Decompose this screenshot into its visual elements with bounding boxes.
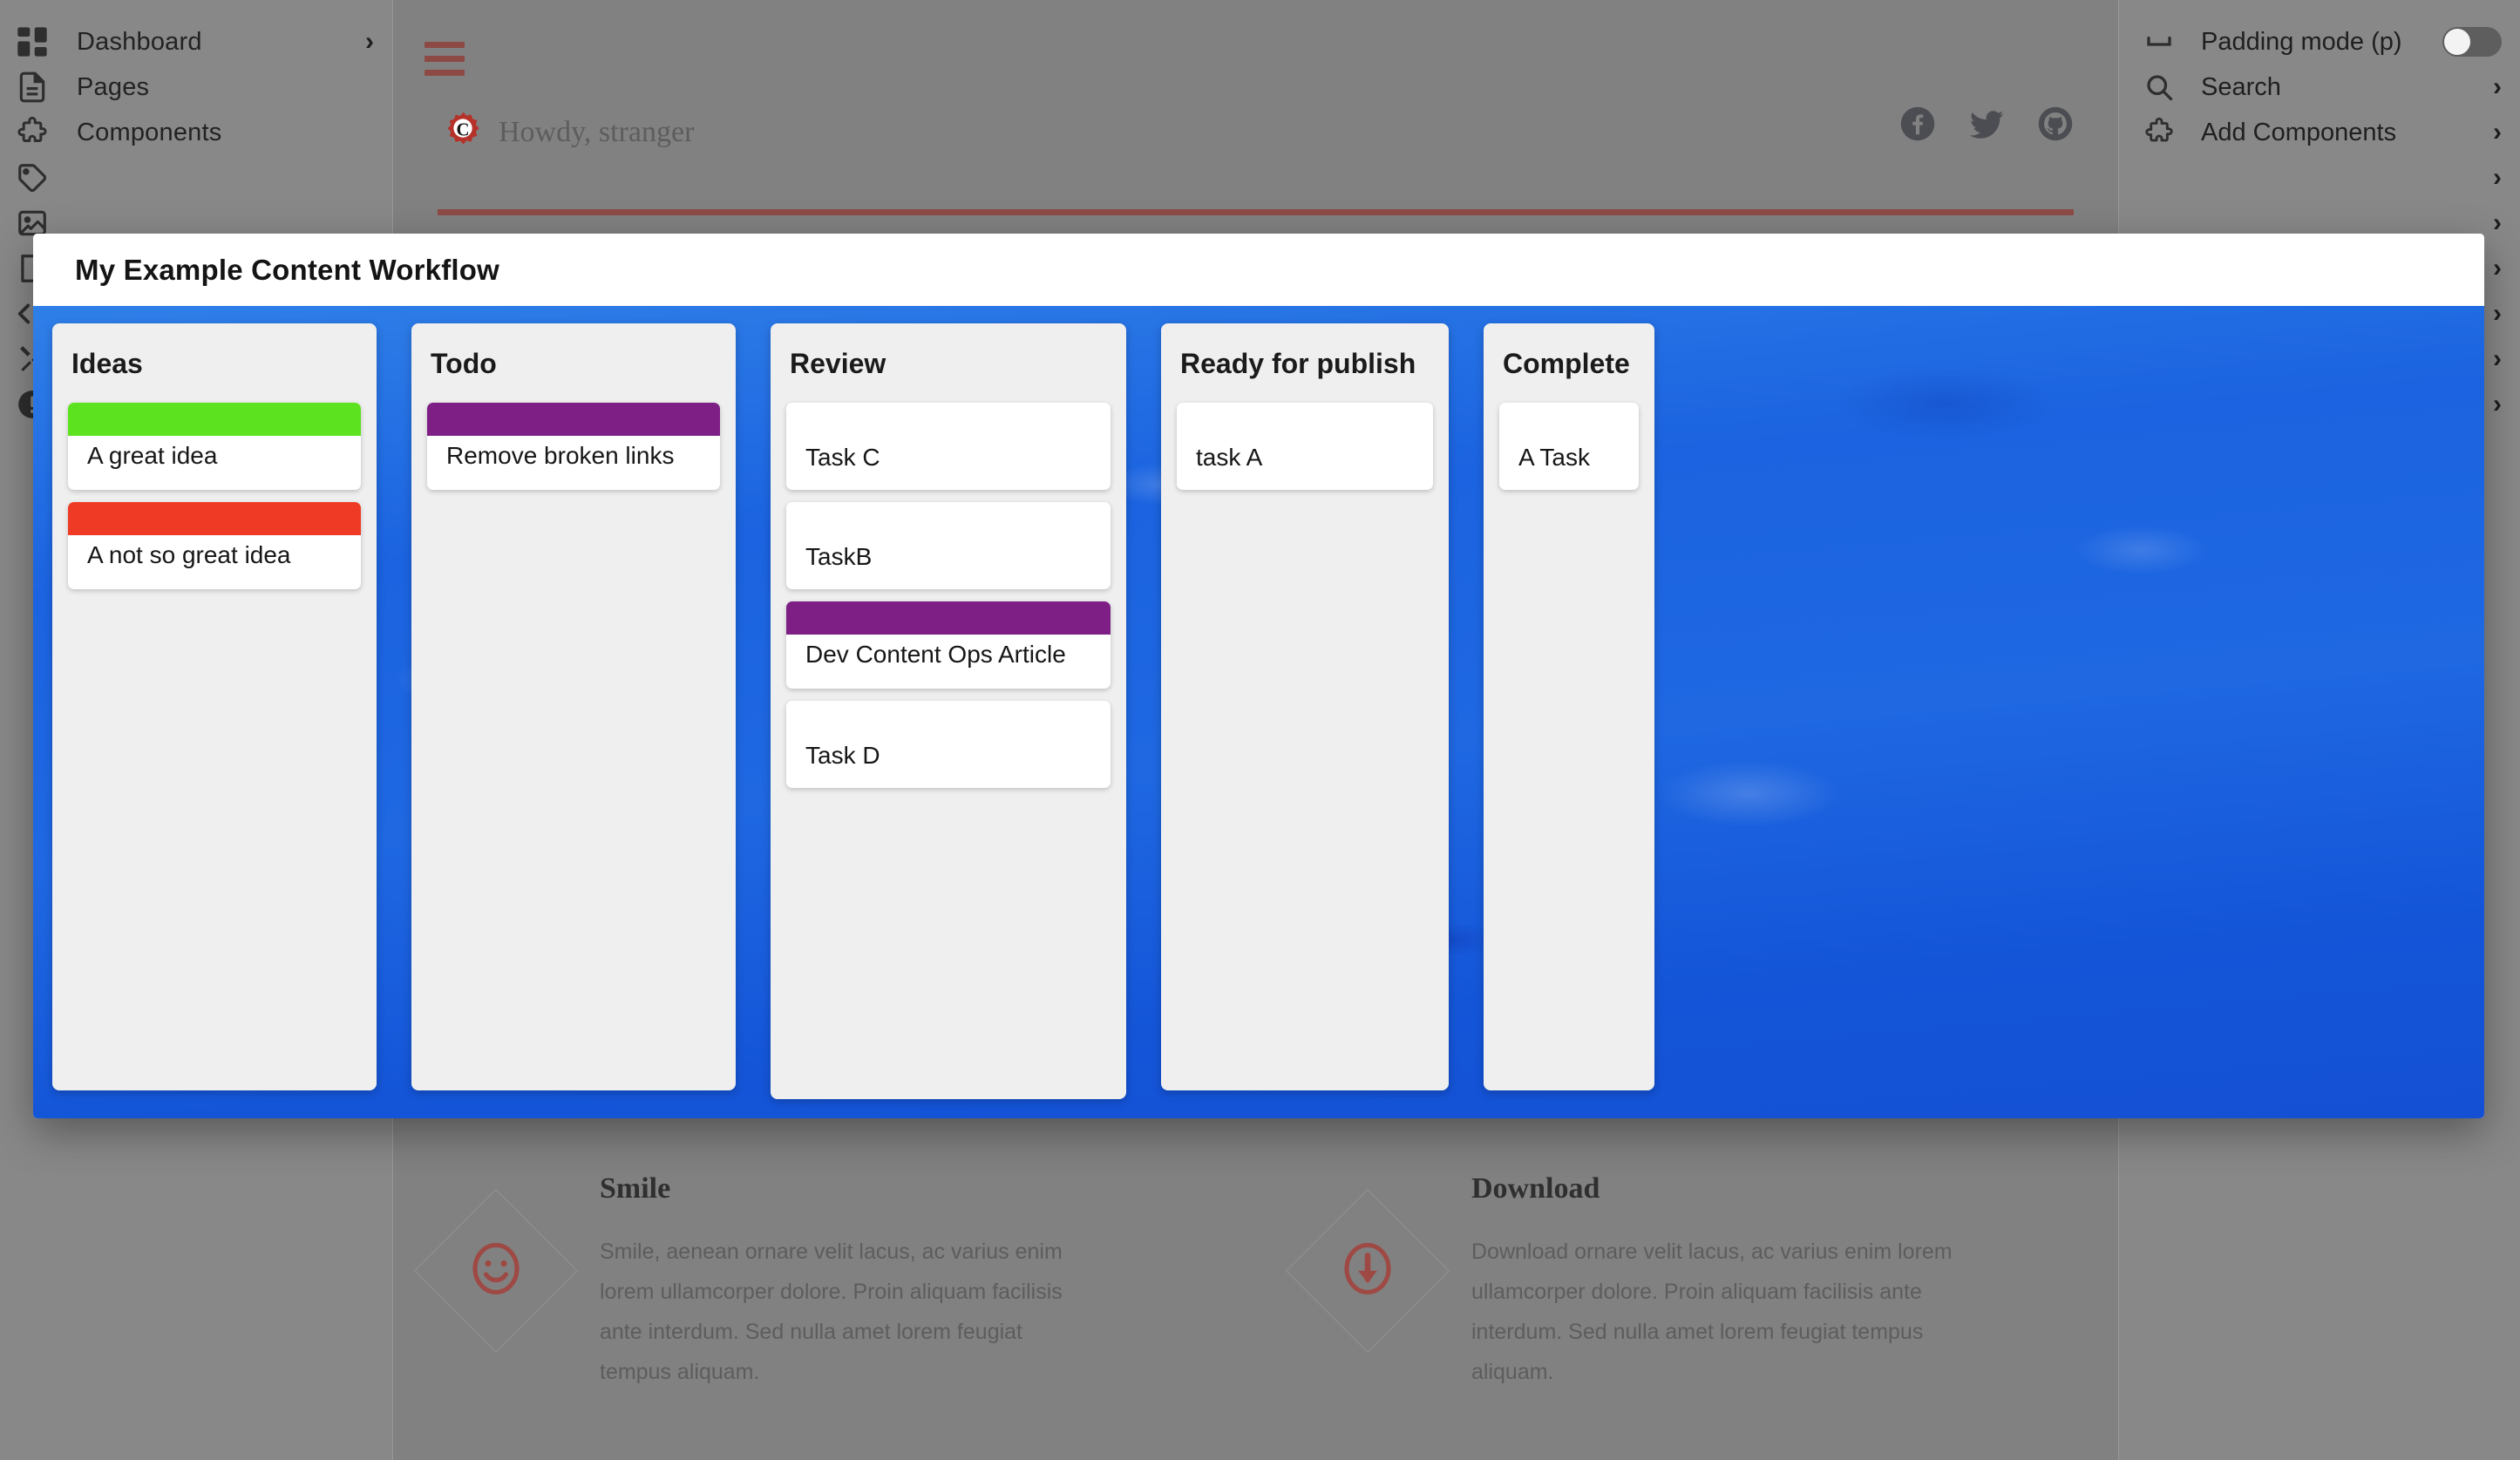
card-title: Task C — [805, 444, 880, 472]
hamburger-bar — [425, 42, 465, 48]
card-title: Dev Content Ops Article — [805, 641, 1066, 669]
feature-heading: Download — [1471, 1172, 1600, 1205]
feature-body: Smile, aenean ornare velit lacus, ac var… — [600, 1239, 1063, 1384]
card-list: A great idea A not so great idea — [68, 403, 361, 589]
modal-header: My Example Content Workflow — [33, 234, 2484, 306]
kanban-column-complete[interactable]: Complete A Task — [1484, 323, 1654, 1090]
hamburger-bar — [425, 56, 465, 62]
download-arrow-icon — [1336, 1238, 1399, 1305]
kanban-card[interactable]: A not so great idea — [68, 502, 361, 589]
feature-icon-frame — [413, 1188, 579, 1354]
feature-block-download: Download Download ornare velit lacus, ac… — [1285, 1172, 1960, 1392]
feature-heading: Smile — [600, 1172, 671, 1205]
column-title: Complete — [1503, 348, 1630, 379]
column-title: Review — [790, 348, 886, 379]
card-body: task A — [1177, 403, 1433, 490]
kanban-columns: Ideas A great idea A not so great idea T… — [52, 323, 1654, 1099]
card-title: TaskB — [805, 543, 873, 571]
greeting-text: Howdy, stranger — [499, 115, 695, 148]
card-title: A not so great idea — [87, 541, 291, 569]
workflow-modal: My Example Content Workflow Ideas A grea… — [33, 234, 2484, 1118]
facebook-icon[interactable] — [1899, 105, 1936, 146]
card-title: Task D — [805, 742, 880, 770]
card-title: A Task — [1518, 444, 1590, 472]
github-icon[interactable] — [2037, 105, 2074, 146]
card-color-stripe — [786, 601, 1111, 635]
modal-title: My Example Content Workflow — [75, 253, 500, 286]
card-title: Remove broken links — [446, 442, 675, 470]
kanban-card[interactable]: TaskB — [786, 502, 1111, 589]
card-title: A great idea — [87, 442, 218, 470]
kanban-card[interactable]: Dev Content Ops Article — [786, 601, 1111, 689]
kanban-column-ready-for-publish[interactable]: Ready for publish task A — [1161, 323, 1449, 1090]
kanban-card[interactable]: A great idea — [68, 403, 361, 490]
feature-body: Download ornare velit lacus, ac varius e… — [1471, 1239, 1953, 1384]
feature-text: Smile Smile, aenean ornare velit lacus, … — [600, 1172, 1088, 1392]
kanban-column-todo[interactable]: Todo Remove broken links — [411, 323, 736, 1090]
kanban-card[interactable]: Task C — [786, 403, 1111, 490]
smiley-face-icon — [465, 1238, 527, 1305]
kanban-card[interactable]: Task D — [786, 701, 1111, 788]
feature-text: Download Download ornare velit lacus, ac… — [1471, 1172, 1960, 1392]
card-list: Task C TaskB Dev Content Ops Article Tas… — [786, 403, 1111, 788]
column-title: Todo — [431, 348, 497, 379]
kanban-card[interactable]: task A — [1177, 403, 1433, 490]
kanban-board: Ideas A great idea A not so great idea T… — [33, 306, 2484, 1118]
card-color-stripe — [427, 403, 720, 436]
card-body: Task C — [786, 403, 1111, 490]
card-body: TaskB — [786, 502, 1111, 589]
kanban-column-ideas[interactable]: Ideas A great idea A not so great idea — [52, 323, 377, 1090]
social-links — [1899, 105, 2074, 147]
card-body: Dev Content Ops Article — [786, 635, 1111, 689]
card-title: task A — [1196, 444, 1263, 472]
svg-text:C: C — [457, 119, 470, 139]
site-brand: C Howdy, stranger — [438, 105, 694, 160]
twitter-icon[interactable] — [1967, 105, 2006, 147]
kanban-card[interactable]: Remove broken links — [427, 403, 720, 490]
card-body: Task D — [786, 701, 1111, 788]
column-title: Ready for publish — [1180, 348, 1416, 379]
cog-c-logo-icon: C — [438, 105, 488, 160]
chevron-right-icon: › — [2493, 390, 2502, 418]
column-title: Ideas — [71, 348, 143, 379]
kanban-column-review[interactable]: Review Task C TaskB Dev Content Ops Arti… — [771, 323, 1126, 1099]
card-list: A Task — [1499, 403, 1639, 490]
card-color-stripe — [68, 403, 361, 436]
card-list: task A — [1177, 403, 1433, 490]
card-list: Remove broken links — [427, 403, 720, 490]
card-color-stripe — [68, 502, 361, 535]
card-body: A great idea — [68, 436, 361, 490]
card-body: Remove broken links — [427, 436, 720, 490]
header-divider — [438, 209, 2074, 215]
feature-block-smile: Smile Smile, aenean ornare velit lacus, … — [413, 1172, 1088, 1392]
kanban-card[interactable]: A Task — [1499, 403, 1639, 490]
card-body: A not so great idea — [68, 535, 361, 589]
feature-icon-frame — [1285, 1188, 1450, 1354]
card-body: A Task — [1499, 403, 1639, 490]
hamburger-bar — [425, 70, 465, 76]
hamburger-icon[interactable] — [425, 42, 465, 84]
